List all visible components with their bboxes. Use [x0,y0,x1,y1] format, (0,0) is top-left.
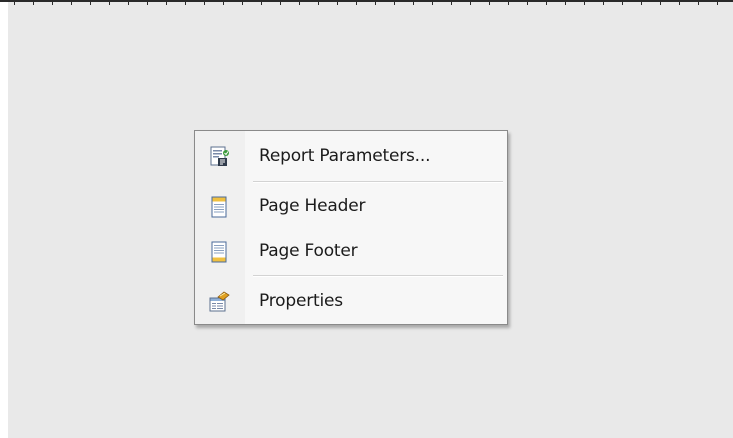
left-margin-strip [0,0,8,438]
top-ruler [0,0,733,6]
report-parameters-icon [208,146,230,168]
menu-item-page-header[interactable]: Page Header [197,186,505,226]
menu-item-label: Report Parameters... [259,146,431,166]
menu-item-report-parameters[interactable]: Report Parameters... [197,136,505,176]
menu-item-label: Page Footer [259,241,358,261]
context-menu: Report Parameters... Page Header Page Fo… [194,130,508,325]
properties-icon [208,291,230,313]
menu-separator [253,181,503,183]
menu-separator [253,275,503,277]
menu-item-label: Page Header [259,196,366,216]
menu-item-label: Properties [259,291,343,311]
menu-item-properties[interactable]: Properties [197,281,505,321]
menu-item-page-footer[interactable]: Page Footer [197,231,505,271]
page-header-icon [208,196,230,218]
page-footer-icon [208,241,230,263]
